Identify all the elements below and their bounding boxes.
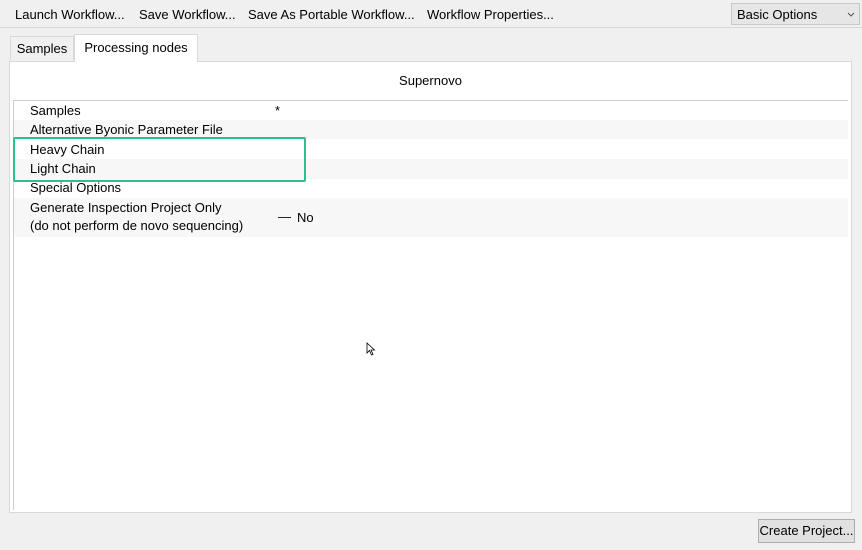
parameter-row-samples[interactable]: Samples * (14, 101, 848, 120)
mouse-cursor-icon (366, 342, 376, 356)
parameter-label: Generate Inspection Project Only (30, 200, 222, 215)
node-title: Supernovo (399, 73, 462, 88)
parameter-label: Heavy Chain (30, 142, 105, 157)
tab-processing-nodes[interactable]: Processing nodes (74, 34, 198, 62)
launch-workflow-button[interactable]: Launch Workflow... (15, 0, 125, 27)
workflow-properties-button[interactable]: Workflow Properties... (427, 0, 554, 27)
parameter-row-light-chain[interactable]: Light Chain (14, 159, 848, 179)
parameter-row-heavy-chain[interactable]: Heavy Chain (14, 139, 848, 159)
create-project-button[interactable]: Create Project... (758, 519, 855, 543)
tab-label: Samples (16, 41, 68, 56)
tab-label: Processing nodes (84, 40, 188, 55)
save-portable-workflow-button[interactable]: Save As Portable Workflow... (248, 0, 415, 27)
parameter-row-byonic-file[interactable]: Alternative Byonic Parameter File (14, 120, 848, 139)
save-workflow-button[interactable]: Save Workflow... (139, 0, 236, 27)
tab-samples[interactable]: Samples (10, 36, 74, 60)
parameter-row-inspection-only[interactable]: Generate Inspection Project Only (do not… (14, 198, 848, 237)
options-select-value: Basic Options (737, 7, 818, 22)
parameter-label: Samples (30, 103, 81, 118)
parameter-label: Light Chain (30, 161, 96, 176)
options-select[interactable]: Basic Options (731, 3, 860, 25)
processing-nodes-panel: Supernovo Samples * Alternative Byonic P… (9, 61, 852, 513)
toolbar: Launch Workflow... Save Workflow... Save… (0, 0, 862, 28)
parameter-label-note: (do not perform de novo sequencing) (30, 218, 244, 233)
parameter-label: Alternative Byonic Parameter File (30, 122, 223, 137)
parameter-row-special-options[interactable]: Special Options (14, 179, 848, 198)
chevron-down-icon (847, 12, 855, 17)
parameter-value[interactable]: No (297, 210, 314, 225)
parameter-value: * (275, 103, 281, 118)
parameter-label: Special Options (30, 180, 122, 195)
dash-icon: — (278, 209, 291, 224)
parameter-grid: Samples * Alternative Byonic Parameter F… (13, 100, 848, 510)
